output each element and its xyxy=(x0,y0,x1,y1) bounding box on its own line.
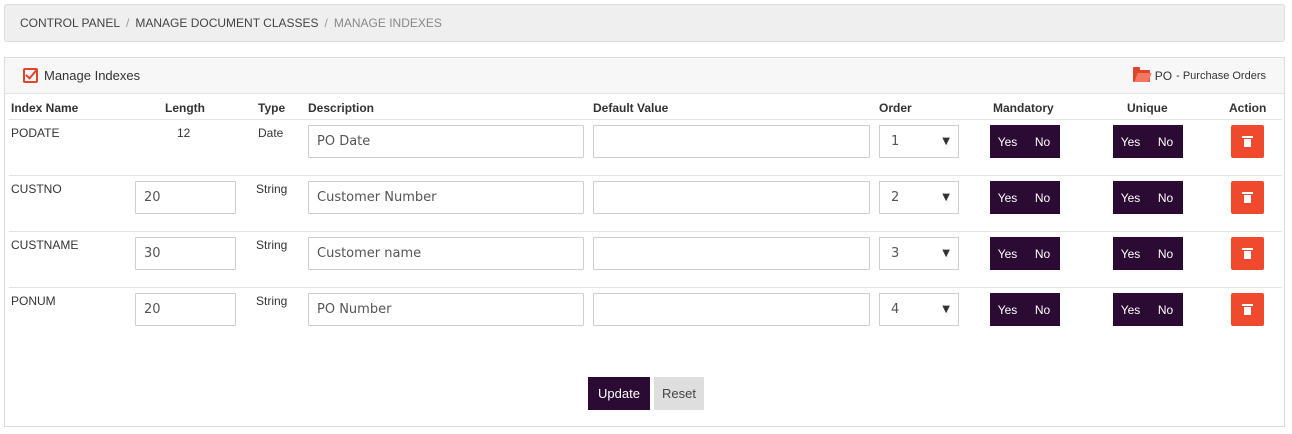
mandatory-yes[interactable]: Yes xyxy=(990,237,1025,270)
caret-down-icon: ▼ xyxy=(942,136,950,147)
order-select[interactable]: 1 ▼ xyxy=(879,125,959,158)
update-button[interactable]: Update xyxy=(588,377,650,410)
type-value: Date xyxy=(258,126,284,140)
mandatory-toggle[interactable]: Yes No xyxy=(990,181,1060,214)
order-value: 4 xyxy=(891,302,900,317)
mandatory-no[interactable]: No xyxy=(1025,293,1060,326)
type-value: String xyxy=(256,294,288,308)
default-value-input[interactable] xyxy=(593,237,870,270)
header-divider xyxy=(9,119,1282,120)
default-value-input[interactable] xyxy=(593,181,870,214)
breadcrumb: CONTROL PANEL / MANAGE DOCUMENT CLASSES … xyxy=(4,4,1285,42)
unique-toggle[interactable]: Yes No xyxy=(1113,125,1183,158)
mandatory-toggle[interactable]: Yes No xyxy=(990,237,1060,270)
unique-yes[interactable]: Yes xyxy=(1113,125,1148,158)
document-class-code: PO xyxy=(1154,69,1173,83)
unique-yes[interactable]: Yes xyxy=(1113,293,1148,326)
mandatory-yes[interactable]: Yes xyxy=(990,293,1025,326)
delete-button[interactable] xyxy=(1231,237,1264,270)
order-select[interactable]: 2 ▼ xyxy=(879,181,959,214)
delete-button[interactable] xyxy=(1231,181,1264,214)
column-header-index-name: Index Name xyxy=(11,101,79,115)
trash-icon xyxy=(1242,304,1253,315)
column-header-order: Order xyxy=(879,101,912,115)
unique-no[interactable]: No xyxy=(1148,125,1183,158)
order-select[interactable]: 4 ▼ xyxy=(879,293,959,326)
description-input[interactable]: PO Number xyxy=(308,293,584,326)
document-class-name: - Purchase Orders xyxy=(1176,70,1266,82)
trash-icon xyxy=(1242,136,1253,147)
type-value: String xyxy=(256,182,288,196)
breadcrumb-manage-document-classes[interactable]: MANAGE DOCUMENT CLASSES xyxy=(135,16,318,30)
mandatory-no[interactable]: No xyxy=(1025,181,1060,214)
index-name: CUSTNO xyxy=(11,182,62,196)
unique-toggle[interactable]: Yes No xyxy=(1113,293,1183,326)
mandatory-toggle[interactable]: Yes No xyxy=(990,293,1060,326)
default-value-input[interactable] xyxy=(593,293,870,326)
length-input[interactable]: 30 xyxy=(135,237,236,270)
length-input[interactable]: 20 xyxy=(135,181,236,214)
unique-toggle[interactable]: Yes No xyxy=(1113,237,1183,270)
description-input[interactable]: PO Date xyxy=(308,125,584,158)
panel-header: Manage Indexes PO - Purchase Orders xyxy=(5,58,1284,94)
unique-yes[interactable]: Yes xyxy=(1113,237,1148,270)
column-header-description: Description xyxy=(308,101,375,115)
checkbox-checked-icon xyxy=(23,68,38,83)
column-header-mandatory: Mandatory xyxy=(993,101,1054,115)
panel-title-label: Manage Indexes xyxy=(44,68,141,83)
reset-button[interactable]: Reset xyxy=(654,377,704,410)
column-header-unique: Unique xyxy=(1127,101,1168,115)
column-header-action: Action xyxy=(1229,101,1267,115)
order-value: 2 xyxy=(891,190,900,205)
mandatory-yes[interactable]: Yes xyxy=(990,125,1025,158)
order-value: 3 xyxy=(891,246,900,261)
document-class-label: PO - Purchase Orders xyxy=(1132,67,1266,83)
mandatory-no[interactable]: No xyxy=(1025,237,1060,270)
row-divider xyxy=(9,287,1282,288)
unique-yes[interactable]: Yes xyxy=(1113,181,1148,214)
caret-down-icon: ▼ xyxy=(942,248,950,259)
column-header-type: Type xyxy=(258,101,286,115)
length-input[interactable]: 20 xyxy=(135,293,236,326)
row-divider xyxy=(9,175,1282,176)
unique-no[interactable]: No xyxy=(1148,237,1183,270)
manage-indexes-panel: Manage Indexes PO - Purchase Orders Inde… xyxy=(4,57,1285,427)
caret-down-icon: ▼ xyxy=(942,304,950,315)
breadcrumb-control-panel[interactable]: CONTROL PANEL xyxy=(20,16,120,30)
mandatory-toggle[interactable]: Yes No xyxy=(990,125,1060,158)
index-name: PONUM xyxy=(11,294,56,308)
default-value-input[interactable] xyxy=(593,125,870,158)
trash-icon xyxy=(1242,248,1253,259)
column-header-default-value: Default Value xyxy=(593,101,669,115)
unique-no[interactable]: No xyxy=(1148,181,1183,214)
unique-toggle[interactable]: Yes No xyxy=(1113,181,1183,214)
mandatory-yes[interactable]: Yes xyxy=(990,181,1025,214)
folder-open-icon xyxy=(1132,67,1150,82)
description-input[interactable]: Customer Number xyxy=(308,181,584,214)
index-name: CUSTNAME xyxy=(11,238,79,252)
type-value: String xyxy=(256,238,288,252)
mandatory-no[interactable]: No xyxy=(1025,125,1060,158)
length-value: 12 xyxy=(177,126,191,140)
order-value: 1 xyxy=(891,134,900,149)
breadcrumb-separator: / xyxy=(126,16,130,30)
unique-no[interactable]: No xyxy=(1148,293,1183,326)
breadcrumb-separator: / xyxy=(324,16,328,30)
delete-button[interactable] xyxy=(1231,125,1264,158)
trash-icon xyxy=(1242,192,1253,203)
order-select[interactable]: 3 ▼ xyxy=(879,237,959,270)
panel-title: Manage Indexes xyxy=(23,68,140,83)
breadcrumb-manage-indexes: MANAGE INDEXES xyxy=(333,16,442,30)
row-divider xyxy=(9,231,1282,232)
delete-button[interactable] xyxy=(1231,293,1264,326)
column-header-length: Length xyxy=(165,101,205,115)
description-input[interactable]: Customer name xyxy=(308,237,584,270)
caret-down-icon: ▼ xyxy=(942,192,950,203)
index-name: PODATE xyxy=(11,126,60,140)
